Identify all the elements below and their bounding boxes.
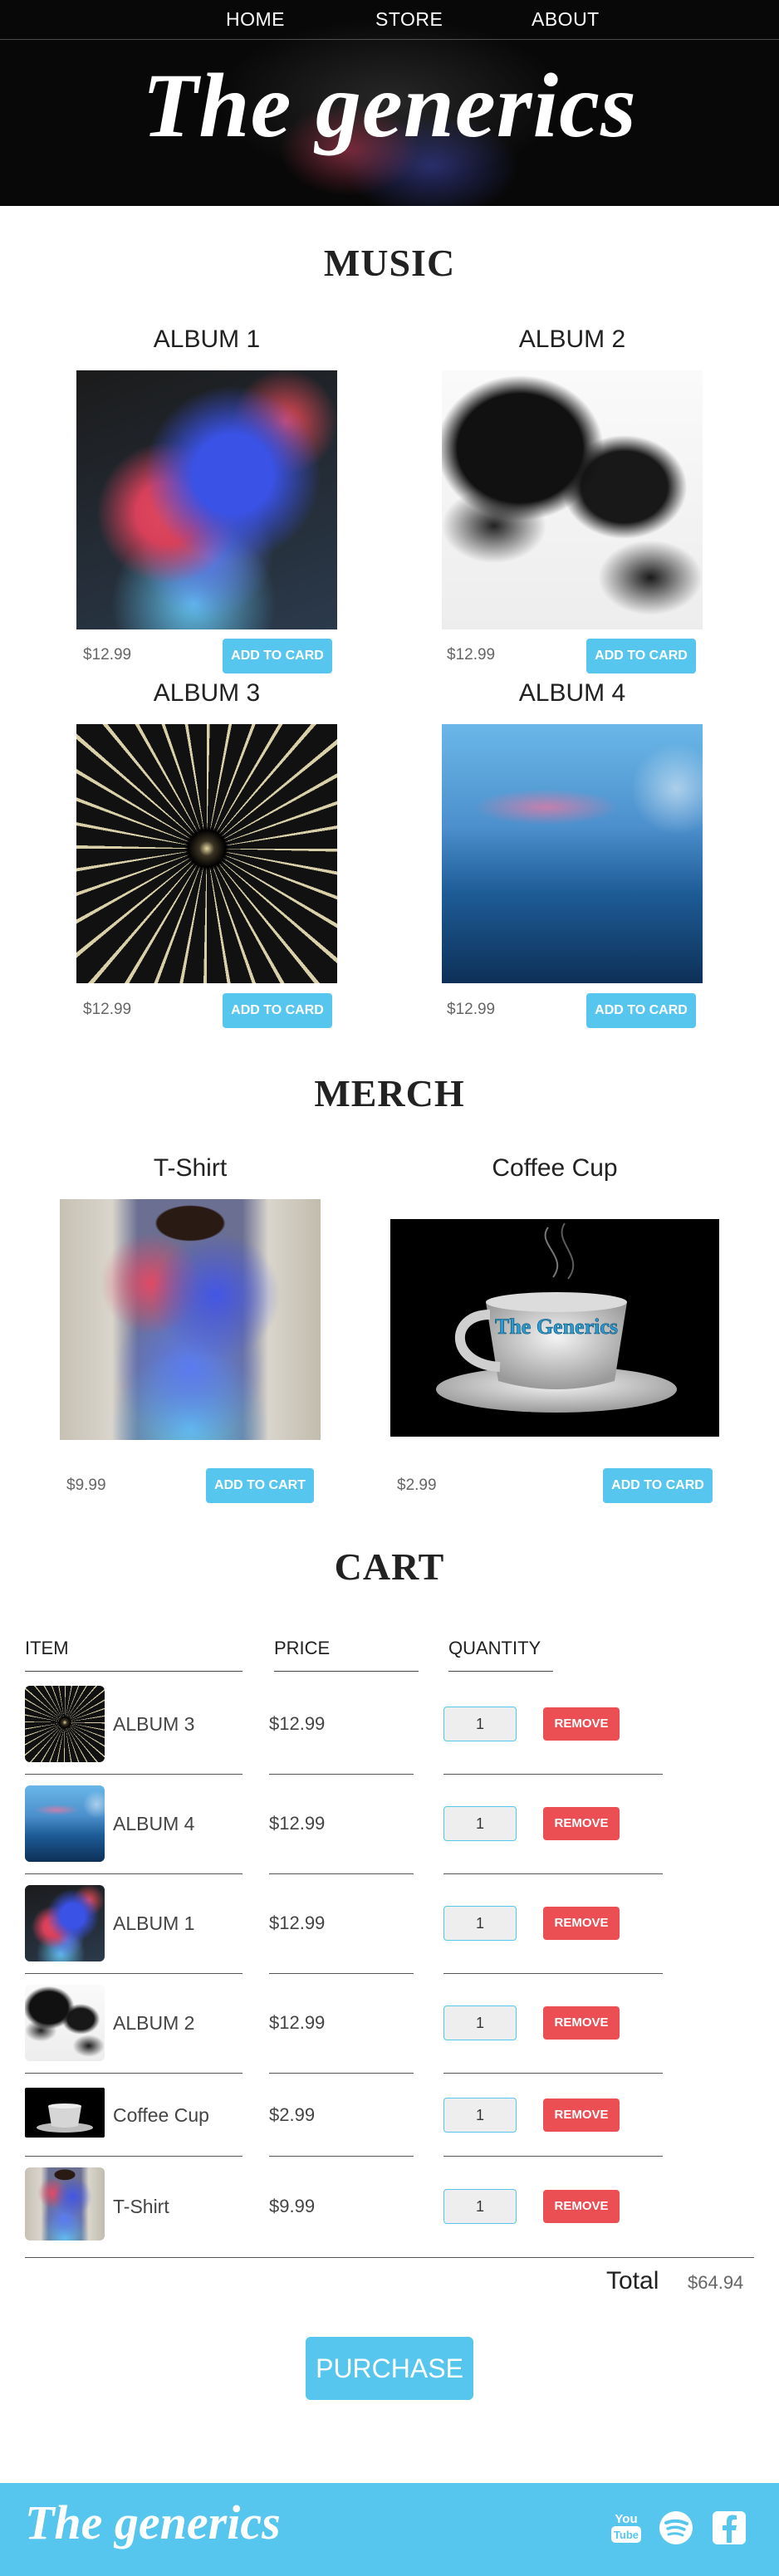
- cart-row-name: ALBUM 2: [113, 2012, 195, 2034]
- cart-total-label: Total: [606, 2267, 659, 2294]
- site-footer: The generics You Tube: [0, 2483, 779, 2576]
- divider: [269, 1873, 414, 1874]
- cart-header-quantity: QUANTITY: [448, 1638, 553, 1672]
- cart-row-price: $12.99: [269, 2012, 326, 2033]
- divider: [443, 1774, 663, 1775]
- divider: [443, 1873, 663, 1874]
- divider: [269, 1774, 414, 1775]
- purchase-button[interactable]: PURCHASE: [306, 2337, 473, 2400]
- cart-row-price: $2.99: [269, 2104, 316, 2125]
- album-1-cover: [76, 370, 337, 629]
- album-4-title: ALBUM 4: [518, 679, 626, 707]
- cart-total-value: $64.94: [688, 2272, 744, 2293]
- cart-row-name: ALBUM 4: [113, 1813, 195, 1834]
- youtube-icon[interactable]: You Tube: [608, 2510, 644, 2546]
- divider: [269, 2156, 414, 2157]
- spotify-icon[interactable]: [658, 2510, 694, 2546]
- facebook-icon[interactable]: [711, 2510, 747, 2546]
- album-1-price: $12.99: [83, 646, 132, 664]
- cart-quantity-input[interactable]: 1: [443, 1707, 517, 1741]
- cart-thumb-tshirt: [25, 2167, 105, 2241]
- site-title: The generics: [142, 55, 637, 156]
- divider: [25, 2073, 243, 2074]
- divider: [443, 2073, 663, 2074]
- cart-row-name: ALBUM 3: [113, 1713, 195, 1735]
- site-header: HOME STORE ABOUT The generics: [0, 0, 779, 206]
- cart-quantity-input[interactable]: 1: [443, 2005, 517, 2040]
- cart-thumb-album-1: [25, 1885, 105, 1961]
- divider: [25, 1973, 243, 1974]
- album-3-price: $12.99: [83, 1001, 132, 1018]
- tshirt-title: T-Shirt: [153, 1154, 228, 1182]
- cart-row-price: $12.99: [269, 1813, 326, 1834]
- cart-remove-button[interactable]: REMOVE: [543, 2099, 620, 2132]
- coffee-cup-graphic: The Generics: [436, 1222, 677, 1413]
- music-heading: MUSIC: [323, 242, 456, 284]
- cart-thumb-album-2: [25, 1985, 105, 2061]
- cart-row-price: $12.99: [269, 1713, 326, 1734]
- album-3-title: ALBUM 3: [153, 679, 261, 707]
- album-3-add-button[interactable]: ADD TO CARD: [223, 993, 332, 1028]
- coffee-cup-logo-text: The Generics: [495, 1315, 618, 1339]
- cart-row-name: ALBUM 1: [113, 1912, 195, 1934]
- album-4-price: $12.99: [447, 1001, 496, 1018]
- top-nav: HOME STORE ABOUT: [0, 0, 779, 40]
- cart-row-price: $12.99: [269, 1912, 326, 1933]
- footer-title: The generics: [25, 2495, 281, 2549]
- divider: [25, 1873, 243, 1874]
- merch-heading: MERCH: [314, 1072, 465, 1114]
- cart-header-item: ITEM: [25, 1638, 243, 1672]
- cart-quantity-input[interactable]: 1: [443, 1806, 517, 1841]
- album-2-add-button[interactable]: ADD TO CARD: [586, 639, 696, 673]
- divider: [269, 2073, 414, 2074]
- cart-quantity-input[interactable]: 1: [443, 1906, 517, 1941]
- nav-home-link[interactable]: HOME: [226, 8, 285, 31]
- tshirt-add-button[interactable]: ADD TO CART: [206, 1468, 314, 1503]
- cart-remove-button[interactable]: REMOVE: [543, 2006, 620, 2040]
- cart-remove-button[interactable]: REMOVE: [543, 2190, 620, 2223]
- cart-remove-button[interactable]: REMOVE: [543, 1907, 620, 1940]
- divider: [25, 2156, 243, 2157]
- album-1-add-button[interactable]: ADD TO CARD: [223, 639, 332, 673]
- album-4-cover: [442, 724, 703, 983]
- coffee-cup-image: The Generics: [390, 1219, 719, 1437]
- divider: [25, 1774, 243, 1775]
- coffee-cup-price: $2.99: [397, 1477, 437, 1494]
- nav-store-link[interactable]: STORE: [375, 8, 443, 31]
- divider: [269, 1973, 414, 1974]
- coffee-cup-add-button[interactable]: ADD TO CARD: [603, 1468, 713, 1503]
- album-2-price: $12.99: [447, 646, 496, 664]
- album-3-cover: [76, 724, 337, 983]
- coffee-cup-title: Coffee Cup: [492, 1154, 618, 1182]
- cart-thumb-album-3: [25, 1686, 105, 1762]
- coffee-cup-thumb-graphic: [37, 2103, 93, 2133]
- cart-row-name: Coffee Cup: [113, 2104, 209, 2126]
- svg-text:You: You: [615, 2512, 637, 2526]
- album-1-title: ALBUM 1: [153, 326, 261, 353]
- divider: [443, 1973, 663, 1974]
- album-2-cover: [442, 370, 703, 629]
- svg-text:Tube: Tube: [614, 2529, 639, 2541]
- cart-heading: CART: [334, 1545, 445, 1588]
- tshirt-price: $9.99: [66, 1477, 106, 1494]
- cart-row-price: $9.99: [269, 2196, 316, 2216]
- cart-remove-button[interactable]: REMOVE: [543, 1807, 620, 1840]
- album-2-title: ALBUM 2: [518, 326, 626, 353]
- cart-total-divider: [25, 2257, 754, 2258]
- cart-quantity-input[interactable]: 1: [443, 2189, 517, 2224]
- tshirt-image: [60, 1199, 321, 1440]
- cart-row-name: T-Shirt: [113, 2196, 169, 2217]
- cart-header-price: PRICE: [274, 1638, 419, 1672]
- cart-remove-button[interactable]: REMOVE: [543, 1707, 620, 1741]
- nav-about-link[interactable]: ABOUT: [532, 8, 600, 31]
- cart-quantity-input[interactable]: 1: [443, 2098, 517, 2133]
- cart-thumb-coffee-cup: [25, 2088, 105, 2138]
- cart-thumb-album-4: [25, 1785, 105, 1862]
- divider: [443, 2156, 663, 2157]
- album-4-add-button[interactable]: ADD TO CARD: [586, 993, 696, 1028]
